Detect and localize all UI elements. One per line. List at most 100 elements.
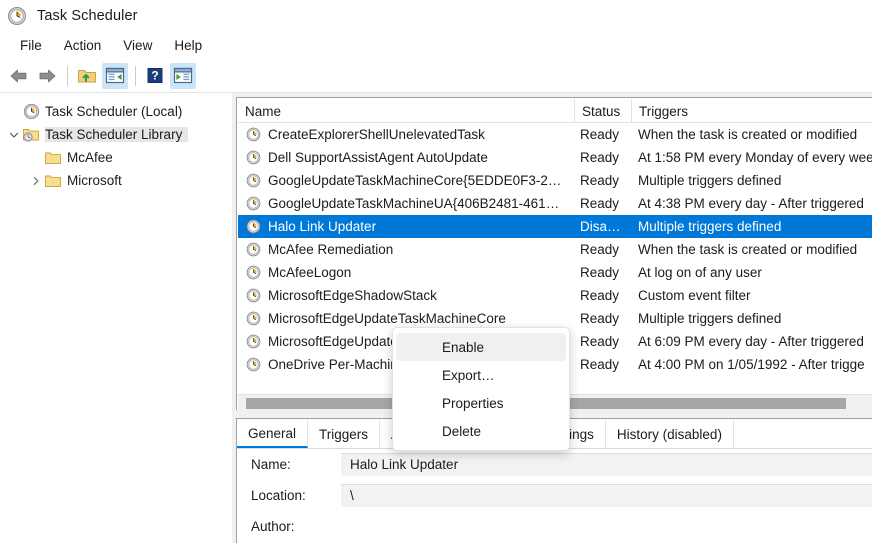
context-menu: Enable Export… Properties Delete bbox=[392, 327, 570, 451]
console-tree-icon[interactable] bbox=[102, 63, 128, 89]
table-row[interactable]: Dell SupportAssistAgent AutoUpdate Ready… bbox=[238, 146, 872, 169]
task-icon bbox=[246, 311, 263, 326]
detail-label-name: Name: bbox=[251, 457, 291, 472]
table-row[interactable]: CreateExplorerShellUnelevatedTask Ready … bbox=[238, 123, 872, 146]
task-status: Ready bbox=[580, 311, 638, 326]
menu-item-help[interactable]: Help bbox=[163, 35, 213, 57]
toolbar-separator-2 bbox=[135, 66, 136, 86]
tree-item-task-scheduler-local[interactable]: Task Scheduler (Local) bbox=[0, 100, 232, 123]
window-title: Task Scheduler bbox=[37, 8, 138, 24]
toolbar: ? bbox=[0, 59, 872, 92]
results-pane: Name Status Triggers CreateExplorerShell… bbox=[232, 93, 872, 543]
action-pane-icon[interactable] bbox=[170, 63, 196, 89]
table-row[interactable]: McAfeeLogon Ready At log on of any user bbox=[238, 261, 872, 284]
question-mark-icon[interactable]: ? bbox=[142, 63, 168, 89]
task-status: Ready bbox=[580, 265, 638, 280]
task-triggers: When the task is created or modified bbox=[638, 242, 872, 257]
back-arrow-icon[interactable] bbox=[6, 63, 32, 89]
table-row-selected[interactable]: Halo Link Updater Disa… Multiple trigger… bbox=[238, 215, 872, 238]
task-triggers: At 4:00 PM on 1/05/1992 - After trigge bbox=[638, 357, 872, 372]
detail-value-author[interactable] bbox=[341, 515, 872, 538]
chevron-right-icon[interactable] bbox=[28, 176, 44, 186]
context-menu-item-enable[interactable]: Enable bbox=[396, 333, 566, 361]
task-name: McAfeeLogon bbox=[268, 265, 351, 280]
task-status: Ready bbox=[580, 150, 638, 165]
task-status: Ready bbox=[580, 196, 638, 211]
clock-icon bbox=[7, 6, 27, 26]
task-icon bbox=[246, 357, 263, 372]
context-menu-item-export[interactable]: Export… bbox=[396, 361, 566, 389]
task-icon bbox=[246, 196, 263, 211]
task-status: Ready bbox=[580, 242, 638, 257]
task-icon bbox=[246, 334, 263, 349]
toolbar-separator bbox=[67, 66, 68, 86]
tab-triggers[interactable]: Triggers bbox=[308, 420, 380, 448]
menu-item-action[interactable]: Action bbox=[53, 35, 113, 57]
task-triggers: Multiple triggers defined bbox=[638, 219, 872, 234]
folder-icon bbox=[44, 150, 62, 166]
tree-item-label: Task Scheduler Library bbox=[45, 127, 188, 142]
clock-icon bbox=[22, 103, 40, 120]
task-icon bbox=[246, 219, 263, 234]
tree-item-mcafee[interactable]: McAfee bbox=[0, 146, 232, 169]
task-list-header: Name Status Triggers bbox=[238, 99, 872, 123]
forward-arrow-icon[interactable] bbox=[34, 63, 60, 89]
context-menu-item-properties[interactable]: Properties bbox=[396, 389, 566, 417]
detail-value-location[interactable]: \ bbox=[341, 484, 872, 507]
task-scheduler-window: Task Scheduler File Action View Help bbox=[0, 0, 872, 543]
task-icon bbox=[246, 288, 263, 303]
tree-item-task-scheduler-library[interactable]: Task Scheduler Library bbox=[0, 123, 232, 146]
folder-up-icon[interactable] bbox=[74, 63, 100, 89]
main-body: Task Scheduler (Local) bbox=[0, 93, 872, 543]
task-status: Disa… bbox=[580, 219, 638, 234]
tab-general[interactable]: General bbox=[237, 420, 308, 448]
task-triggers: At 4:38 PM every day - After triggered bbox=[638, 196, 872, 211]
menu-bar: File Action View Help bbox=[0, 32, 872, 59]
table-row[interactable]: GoogleUpdateTaskMachineUA{406B2481-461… … bbox=[238, 192, 872, 215]
detail-field-name: Name: Halo Link Updater bbox=[237, 449, 872, 480]
column-header-name[interactable]: Name bbox=[238, 99, 575, 123]
tree-item-label: Microsoft bbox=[67, 173, 128, 188]
detail-label-author: Author: bbox=[251, 519, 295, 534]
task-name: CreateExplorerShellUnelevatedTask bbox=[268, 127, 485, 142]
tree-item-microsoft[interactable]: Microsoft bbox=[0, 169, 232, 192]
task-icon bbox=[246, 150, 263, 165]
task-icon bbox=[246, 127, 263, 142]
detail-field-author: Author: bbox=[237, 511, 872, 542]
column-header-status[interactable]: Status bbox=[575, 99, 632, 123]
table-row[interactable]: McAfee Remediation Ready When the task i… bbox=[238, 238, 872, 261]
task-status: Ready bbox=[580, 334, 638, 349]
title-bar: Task Scheduler bbox=[0, 0, 872, 32]
tab-history[interactable]: History (disabled) bbox=[606, 420, 734, 448]
detail-value-name[interactable]: Halo Link Updater bbox=[341, 453, 872, 476]
menu-item-view[interactable]: View bbox=[112, 35, 163, 57]
context-menu-item-delete[interactable]: Delete bbox=[396, 417, 566, 445]
task-name: MicrosoftEdgeUpdateTaskMachineCore bbox=[268, 311, 506, 326]
table-row[interactable]: MicrosoftEdgeShadowStack Ready Custom ev… bbox=[238, 284, 872, 307]
task-name: McAfee Remediation bbox=[268, 242, 393, 257]
task-name: MicrosoftEdgeShadowStack bbox=[268, 288, 437, 303]
task-name: Dell SupportAssistAgent AutoUpdate bbox=[268, 150, 488, 165]
task-triggers: Multiple triggers defined bbox=[638, 173, 872, 188]
folder-icon bbox=[44, 173, 62, 189]
tree-item-label: McAfee bbox=[67, 150, 119, 165]
task-status: Ready bbox=[580, 288, 638, 303]
column-header-triggers[interactable]: Triggers bbox=[632, 99, 872, 123]
task-triggers: Multiple triggers defined bbox=[638, 311, 872, 326]
task-status: Ready bbox=[580, 357, 638, 372]
task-icon bbox=[246, 242, 263, 257]
tree-item-label: Task Scheduler (Local) bbox=[45, 104, 188, 119]
task-status: Ready bbox=[580, 127, 638, 142]
task-status: Ready bbox=[580, 173, 638, 188]
task-name: Halo Link Updater bbox=[268, 219, 376, 234]
library-folder-icon bbox=[22, 126, 40, 143]
menu-item-file[interactable]: File bbox=[9, 35, 53, 57]
detail-field-location: Location: \ bbox=[237, 480, 872, 511]
console-tree-pane: Task Scheduler (Local) bbox=[0, 93, 232, 543]
table-row[interactable]: GoogleUpdateTaskMachineCore{5EDDE0F3-2… … bbox=[238, 169, 872, 192]
task-icon bbox=[246, 265, 263, 280]
task-icon bbox=[246, 173, 263, 188]
details-general-body: Name: Halo Link Updater Location: \ Auth… bbox=[237, 449, 872, 543]
task-triggers: At 1:58 PM every Monday of every week bbox=[638, 150, 872, 165]
chevron-down-icon[interactable] bbox=[6, 130, 22, 140]
